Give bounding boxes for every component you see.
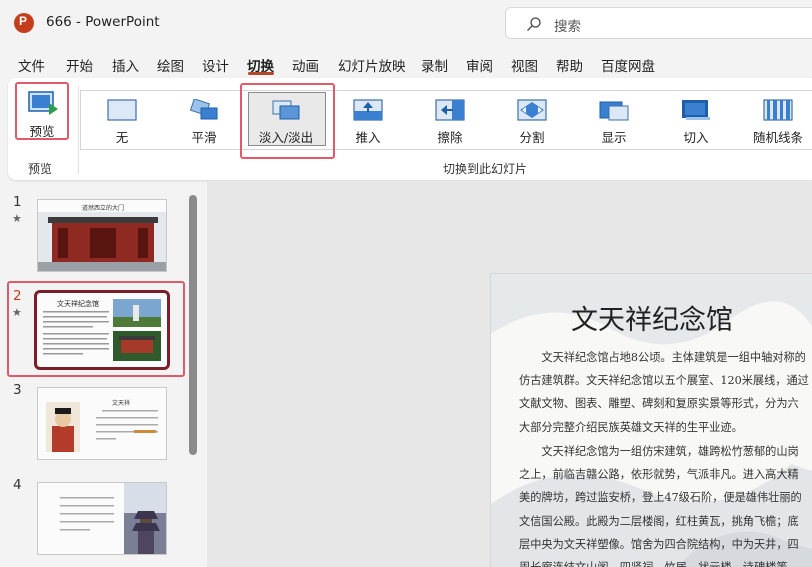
group-divider: [78, 86, 79, 174]
tab-draw[interactable]: 绘图: [157, 55, 184, 75]
slide-thumbnails-pane: 1 ★ 道然西立的大门 2 ★ 文天祥纪念馆 3 文天祥 4: [0, 182, 205, 567]
transition-label: 切入: [683, 130, 709, 145]
tab-help[interactable]: 帮助: [556, 55, 583, 75]
thumbnails-scrollbar[interactable]: [189, 195, 197, 455]
search-icon: [527, 17, 541, 31]
transition-label: 无: [115, 130, 129, 145]
slide-thumbnail-1[interactable]: 道然西立的大门: [37, 199, 167, 272]
tab-slideshow[interactable]: 幻灯片放映: [338, 55, 406, 75]
slide-number: 4: [13, 477, 22, 493]
tab-animations[interactable]: 动画: [292, 55, 319, 75]
tab-insert[interactable]: 插入: [112, 55, 139, 75]
transition-label: 分割: [519, 130, 545, 145]
morph-transition-icon: [189, 99, 218, 120]
slide-thumbnail-3[interactable]: 文天祥: [37, 387, 167, 460]
slide-number: 3: [13, 382, 22, 398]
slide-paragraph-1: 文天祥纪念馆占地8公顷。主体建筑是一组中轴对称的仿古建筑群。文天祥纪念馆以五个展…: [519, 351, 809, 434]
tab-view[interactable]: 视图: [511, 55, 538, 75]
thumb-title: 文天祥: [112, 400, 131, 407]
transition-reveal[interactable]: 显示: [573, 91, 655, 149]
transition-label: 擦除: [437, 130, 463, 145]
random-bars-transition-icon: [763, 99, 793, 121]
search-box[interactable]: 搜索: [505, 7, 812, 39]
search-input[interactable]: 搜索: [554, 15, 581, 35]
thumb-title: 道然西立的大门: [81, 205, 124, 212]
transition-label: 显示: [601, 130, 627, 145]
thumb-text-lines: [60, 497, 114, 531]
title-bar: 666 - PowerPoint 搜索: [0, 0, 812, 46]
tab-review[interactable]: 审阅: [466, 55, 493, 75]
transition-morph[interactable]: 平滑: [163, 91, 245, 149]
none-transition-icon: [107, 99, 137, 121]
powerpoint-logo-icon: [14, 13, 34, 33]
transition-cut[interactable]: 切入: [655, 91, 737, 149]
reveal-transition-icon: [599, 101, 629, 121]
tab-home[interactable]: 开始: [66, 55, 93, 75]
transition-label: 随机线条: [752, 130, 803, 145]
thumb-text-lines: [96, 410, 158, 440]
preview-group-label: 预览: [28, 162, 53, 176]
tab-design[interactable]: 设计: [202, 55, 229, 75]
ribbon-tabs: 文件 开始 插入 绘图 设计 切换 动画 幻灯片放映 录制 审阅 视图 帮助 百…: [0, 50, 812, 78]
transition-label: 淡入/淡出: [258, 130, 314, 145]
thumb-title: 文天祥纪念馆: [57, 300, 99, 308]
transition-random-bars[interactable]: 随机线条: [737, 91, 812, 149]
split-transition-icon: [517, 99, 547, 121]
transition-gallery: 无 平滑 淡入/淡出 推入 擦除 分割 显示 切入 随机线条: [80, 90, 812, 150]
slide-title: 文天祥纪念馆: [571, 305, 733, 336]
preview-button[interactable]: 预览: [15, 82, 69, 140]
transition-star-icon: ★: [12, 306, 22, 319]
window-title: 666 - PowerPoint: [46, 14, 160, 30]
tower-image: [124, 483, 166, 554]
preview-icon: [28, 91, 58, 115]
ribbon-panel: 预览 预览 无 平滑 淡入/淡出 推入 擦除 分割 显示 切入 随机线条 切换到…: [8, 78, 812, 180]
fade-transition-icon: [272, 100, 300, 120]
thumb-text-lines: [43, 311, 109, 355]
current-slide[interactable]: 文天祥纪念馆 文天祥纪念馆占地8公顷。主体建筑是一组中轴对称的仿古建筑群。文天祥…: [490, 273, 812, 567]
gate-photo: [38, 212, 166, 271]
preview-button-label: 预览: [29, 124, 55, 139]
active-tab-indicator: [248, 72, 274, 75]
transition-label: 平滑: [191, 130, 217, 145]
portrait-image: [46, 402, 80, 452]
tab-file[interactable]: 文件: [18, 55, 45, 75]
slide-number: 1: [13, 194, 22, 210]
transition-fade[interactable]: 淡入/淡出: [245, 91, 327, 149]
slide-thumbnail-2[interactable]: 文天祥纪念馆: [34, 290, 170, 370]
push-transition-icon: [353, 99, 383, 121]
transition-none[interactable]: 无: [81, 91, 163, 149]
transition-wipe[interactable]: 擦除: [409, 91, 491, 149]
transition-group-label: 切换到此幻灯片: [443, 162, 528, 176]
tab-record[interactable]: 录制: [421, 55, 448, 75]
transition-star-icon: ★: [12, 212, 22, 225]
transition-split[interactable]: 分割: [491, 91, 573, 149]
slide-thumbnail-4[interactable]: [37, 482, 167, 555]
slide-paragraph-2: 文天祥纪念馆为一组仿宋建筑，雄跨松竹葱郁的山岗之上，前临吉赣公路，依形就势，气派…: [519, 445, 802, 567]
transition-push[interactable]: 推入: [327, 91, 409, 149]
cut-transition-icon: [682, 100, 710, 120]
tab-baidu-netdisk[interactable]: 百度网盘: [601, 55, 655, 75]
slide-number: 2: [13, 288, 22, 304]
wipe-transition-icon: [435, 99, 465, 121]
thumb-photos: [113, 299, 161, 361]
transition-label: 推入: [355, 130, 381, 145]
